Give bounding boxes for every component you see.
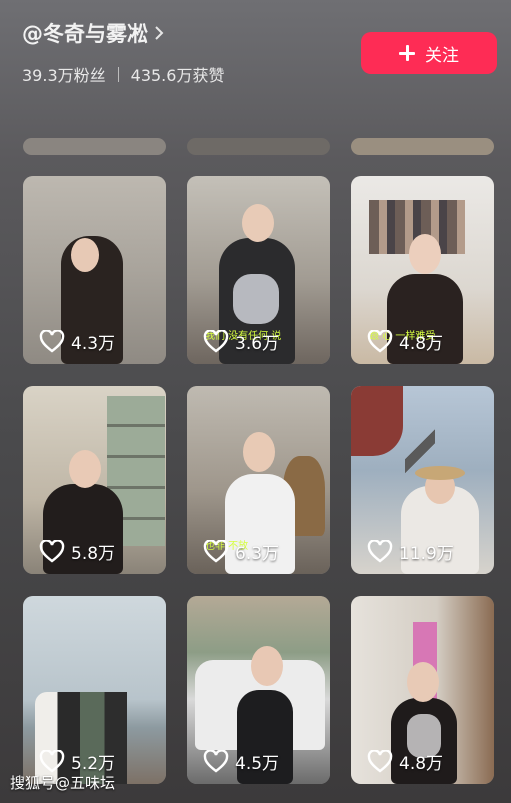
video-tile[interactable]: 4.8万 <box>351 596 494 784</box>
heart-icon <box>367 540 393 563</box>
person-head <box>69 450 101 488</box>
like-count: 5.8万 <box>71 544 116 564</box>
like-counter: 4.3万 <box>39 329 115 354</box>
like-count: 3.6万 <box>235 334 280 354</box>
video-tile[interactable]: 4.3万 <box>23 176 166 364</box>
like-counter: 3.6万 <box>203 329 279 354</box>
like-count: 5.2万 <box>71 754 116 774</box>
person-head <box>409 234 441 274</box>
heart-icon <box>39 330 65 353</box>
person-head <box>243 432 275 472</box>
video-tile[interactable]: 我们 没有任何 说 3.6万 <box>187 176 330 364</box>
watermark: 搜狐号@五味坛 <box>10 774 116 792</box>
heart-icon <box>203 750 229 773</box>
person-head <box>242 204 274 242</box>
like-counter: 4.5万 <box>203 749 279 774</box>
like-count: 4.8万 <box>399 754 444 774</box>
heart-icon <box>39 540 65 563</box>
video-tile[interactable]: 跟 心 一样难受 4.8万 <box>351 176 494 364</box>
person-head <box>71 238 99 272</box>
heart-icon <box>203 330 229 353</box>
like-counter: 4.8万 <box>367 329 443 354</box>
person-head <box>251 646 283 686</box>
video-tile[interactable]: 也非 不放 6.3万 <box>187 386 330 574</box>
like-counter: 4.8万 <box>367 749 443 774</box>
heart-icon <box>39 750 65 773</box>
like-counter: 5.2万 <box>39 749 115 774</box>
heart-icon <box>203 540 229 563</box>
video-tile[interactable]: 4.5万 <box>187 596 330 784</box>
like-counter: 6.3万 <box>203 539 279 564</box>
video-tile-partial[interactable] <box>187 138 330 155</box>
video-tile[interactable]: 5.8万 <box>23 386 166 574</box>
heart-icon <box>367 330 393 353</box>
like-count: 6.3万 <box>235 544 280 564</box>
like-counter: 5.8万 <box>39 539 115 564</box>
video-tile[interactable]: 11.9万 <box>351 386 494 574</box>
video-tile-partial[interactable] <box>351 138 494 155</box>
like-count: 11.9万 <box>399 544 454 564</box>
video-grid: 4.3万 我们 没有任何 说 3.6万 跟 心 一样难受 4.8万 5.8万 也… <box>0 0 511 803</box>
ship-hull <box>351 386 403 456</box>
like-counter: 11.9万 <box>367 539 454 564</box>
person-head <box>407 662 439 702</box>
like-count: 4.3万 <box>71 334 116 354</box>
video-tile[interactable]: 5.2万 <box>23 596 166 784</box>
straw-hat <box>415 466 465 480</box>
like-count: 4.5万 <box>235 754 280 774</box>
heart-icon <box>367 750 393 773</box>
person-shirt <box>233 274 279 324</box>
like-count: 4.8万 <box>399 334 444 354</box>
video-tile-partial[interactable] <box>23 138 166 155</box>
